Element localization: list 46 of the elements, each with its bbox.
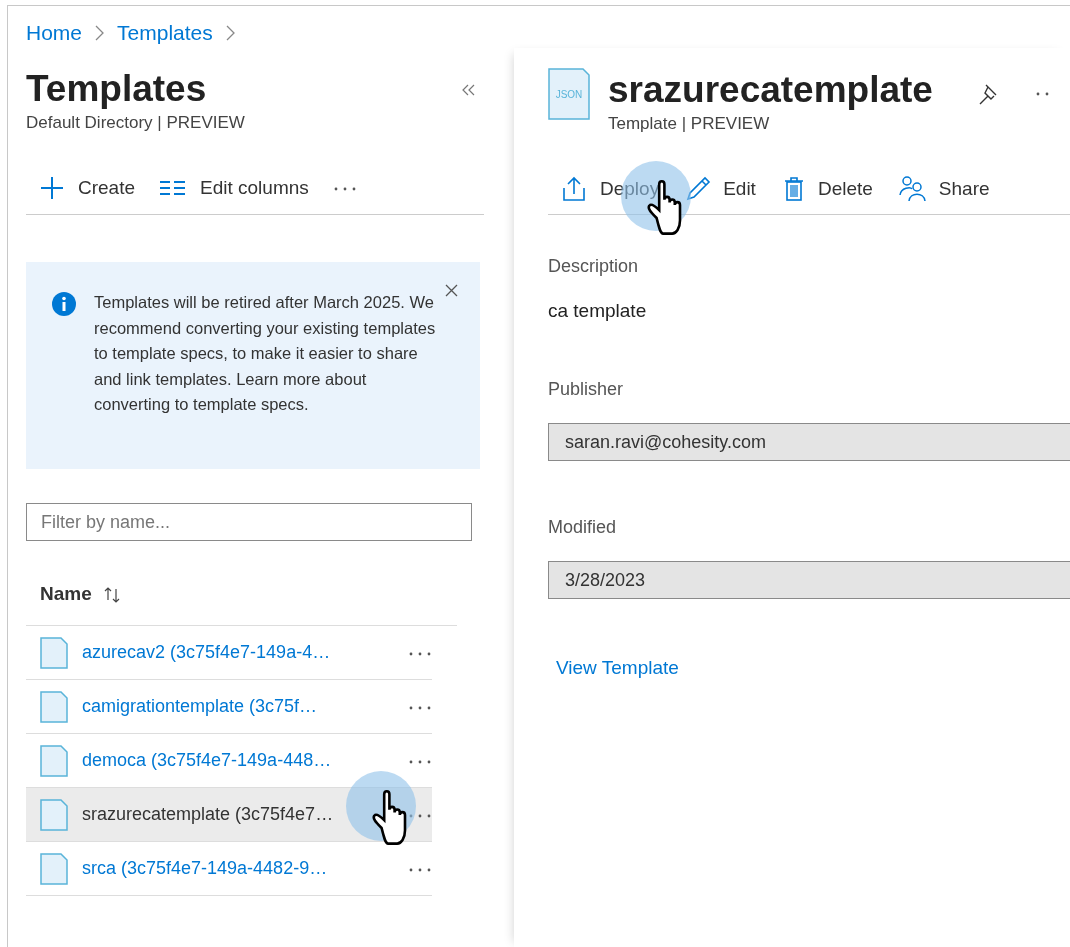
template-link[interactable]: srca (3c75f4e7-149a-4482-9… [82, 858, 394, 879]
sort-icon[interactable] [103, 585, 120, 603]
readonly-field: 3/28/2023 [548, 561, 1070, 599]
json-file-icon [40, 690, 68, 723]
share-button[interactable]: Share [898, 175, 990, 202]
readonly-field: saran.ravi@cohesity.com [548, 423, 1070, 461]
edit-button[interactable]: Edit [685, 175, 756, 202]
breadcrumb-link[interactable]: Templates [117, 20, 213, 45]
notice-text: Templates will be retired after March 2025. We recommend converting your existing templates to template specs, to make it easier to share and link templates. Learn more about converting to template specs. [94, 292, 437, 415]
field-label: Publisher [548, 379, 625, 400]
collapse-icon[interactable] [461, 83, 476, 97]
filter-field[interactable]: Filter by name... [26, 503, 472, 541]
view-template-link[interactable]: View Template [556, 657, 679, 679]
json-file-icon [40, 744, 68, 777]
close-icon[interactable] [445, 284, 458, 297]
people-icon [898, 175, 927, 202]
field-label: Modified [548, 517, 618, 538]
edit-columns-button[interactable]: Edit columns [159, 177, 309, 199]
json-file-icon [40, 852, 68, 885]
plus-icon [40, 176, 64, 200]
json-file-icon [40, 798, 68, 831]
create-button[interactable]: Create [40, 176, 136, 200]
template-title: srazurecatemplate [608, 68, 933, 112]
chevron-icon [94, 23, 106, 42]
column-header[interactable]: Name [40, 583, 92, 605]
field-value: ca template [548, 300, 648, 322]
breadcrumb-link[interactable]: Home [26, 20, 83, 45]
template-row[interactable]: srazurecatemplate (3c75f4e7… [26, 788, 432, 842]
field-label: Description [548, 256, 640, 277]
template-row[interactable]: azurecav2 (3c75f4e7-149a-4… [26, 626, 432, 680]
info-icon [52, 292, 76, 316]
template-row[interactable]: srca (3c75f4e7-149a-4482-9… [26, 842, 432, 896]
template-link[interactable]: democa (3c75f4e7-149a-448… [82, 750, 394, 771]
pane-title: Templates [26, 67, 208, 111]
pencil-icon [685, 175, 712, 202]
chevron-icon [224, 23, 236, 42]
upload-icon [560, 175, 588, 202]
delete-button[interactable]: Delete [781, 175, 873, 202]
template-link[interactable]: camigrationtemplate (3c75f… [82, 696, 394, 717]
json-file-icon: JSON [548, 68, 590, 120]
pane-subtitle: Default Directory | PREVIEW [26, 113, 245, 133]
template-link[interactable]: azurecav2 (3c75f4e7-149a-4… [82, 642, 394, 663]
template-subtitle: Template | PREVIEW [608, 114, 771, 134]
template-row[interactable]: camigrationtemplate (3c75f… [26, 680, 432, 734]
columns-icon [159, 178, 187, 198]
json-file-icon [40, 636, 68, 669]
